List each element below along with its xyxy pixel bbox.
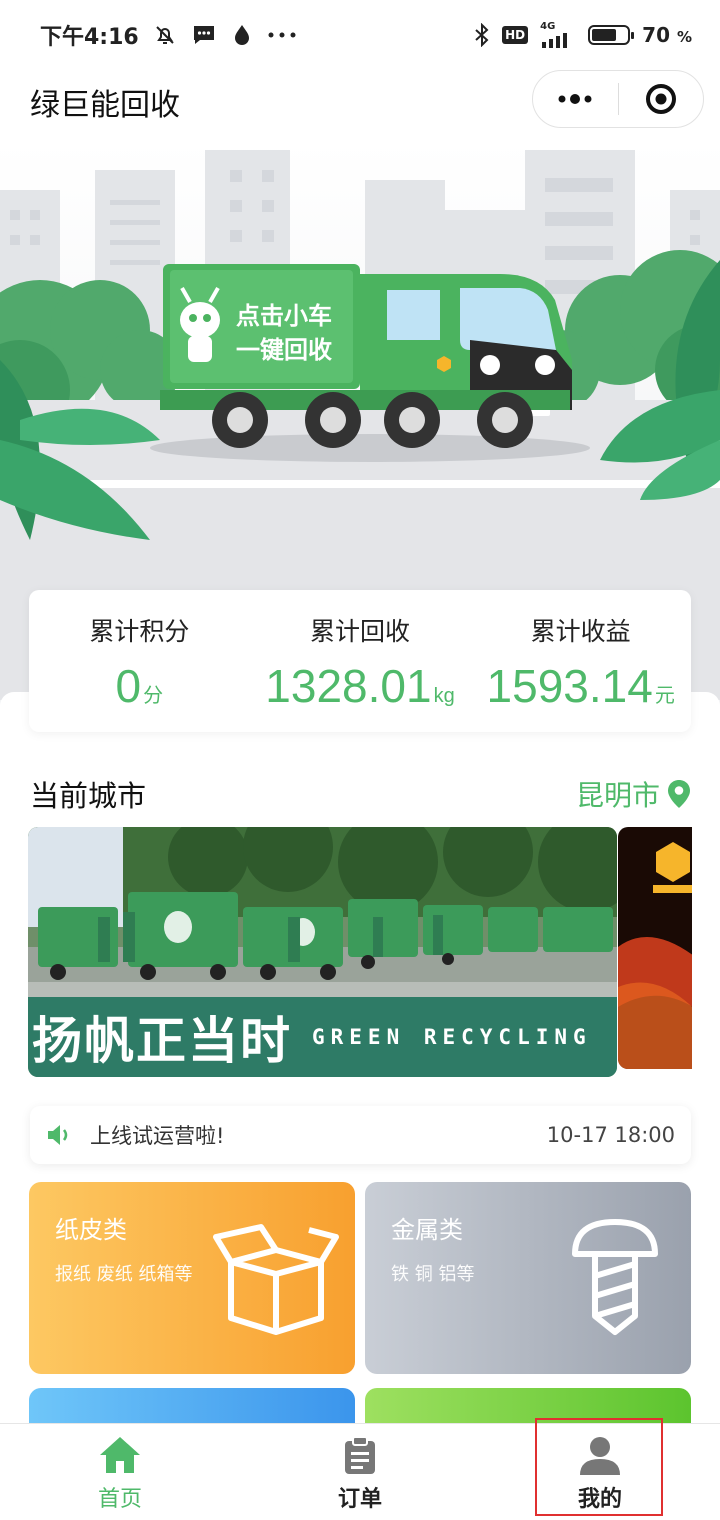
more-dots-icon [558,94,592,104]
stat-earnings: 累计收益 1593.14 元 [470,590,691,732]
hd-icon: HD [502,26,529,44]
category-subtitle: 铁 铜 铝等 [391,1264,475,1285]
notice-bar[interactable]: 上线试运营啦! 10-17 18:00 [30,1106,691,1164]
battery-level [592,29,616,41]
page-title: 绿巨能回收 [30,88,180,123]
tab-label: 订单 [337,1487,382,1512]
status-bar: 下午4:16 HD 4G 70 % [0,0,720,70]
carousel-caption: 扬帆正当时 GREEN RECYCLING [28,997,617,1077]
location-pin-icon [668,780,690,808]
more-notifications-icon [267,30,297,40]
battery-percent: 70 % [642,23,692,47]
battery-icon [588,25,635,45]
truck-text-line1: 点击小车 [236,302,332,330]
caption-cn: 扬帆正当时 [32,1012,292,1070]
network-type: 4G [540,21,556,32]
user-icon [580,1437,620,1475]
stat-value: 1328.01 kg [265,660,455,712]
target-icon [645,84,676,114]
stat-recycled: 累计回收 1328.01 kg [250,590,471,732]
stat-label: 累计积分 [89,617,190,646]
stat-label: 累计回收 [310,617,411,646]
category-metal-card[interactable]: 金属类 铁 铜 铝等 [365,1182,691,1374]
drop-icon [231,23,253,47]
banner-carousel[interactable]: 扬帆正当时 GREEN RECYCLING [28,827,692,1077]
category-subtitle: 报纸 废纸 纸箱等 [55,1264,193,1285]
stat-points: 累计积分 0分 [29,590,250,732]
next-slide-image [618,827,692,1069]
stat-value: 1593.14 元 [486,660,675,712]
message-icon [191,23,217,47]
caption-en: GREEN RECYCLING [312,1025,592,1049]
stats-card: 累计积分 0分 累计回收 1328.01 kg 累计收益 1593.14 元 [29,590,691,732]
tab-orders[interactable]: 订单 [240,1424,480,1520]
tab-me[interactable]: 我的 [480,1424,720,1520]
city-title: 当前城市 [30,779,147,813]
box-icon [213,1224,339,1335]
mute-bell-icon [153,23,177,47]
notice-time: 10-17 18:00 [546,1123,675,1147]
category-title: 金属类 [391,1216,463,1244]
tab-label: 我的 [577,1487,622,1512]
city-name: 昆明市 [575,779,660,812]
miniprogram-capsule [532,70,704,128]
more-menu-button[interactable] [533,71,618,127]
carousel-next-slide[interactable] [618,827,692,1069]
signal-icon: 4G [540,22,576,48]
tab-bar: 首页 订单 我的 [0,1423,720,1520]
status-time: 下午4:16 [40,25,139,50]
notice-text: 上线试运营啦! [90,1124,225,1148]
city-selector[interactable]: 昆明市 [576,774,692,814]
clipboard-icon [345,1436,375,1474]
close-miniprogram-button[interactable] [619,71,704,127]
truck-button[interactable] [160,264,575,454]
carousel-slide[interactable]: 扬帆正当时 GREEN RECYCLING [28,827,617,1077]
screw-icon [572,1219,658,1335]
truck-text-line2: 一键回收 [236,336,332,364]
stat-label: 累计收益 [530,617,631,646]
tab-home[interactable]: 首页 [0,1424,240,1520]
home-icon [100,1437,140,1473]
app-bar: 绿巨能回收 [0,70,720,140]
speaker-icon [48,1125,68,1145]
category-title: 纸皮类 [55,1216,127,1244]
city-row: 当前城市 昆明市 [30,772,692,816]
category-paper-card[interactable]: 纸皮类 报纸 废纸 纸箱等 [29,1182,355,1374]
bluetooth-icon [474,23,490,47]
stat-value: 0分 [115,660,164,712]
tab-label: 首页 [97,1487,142,1512]
